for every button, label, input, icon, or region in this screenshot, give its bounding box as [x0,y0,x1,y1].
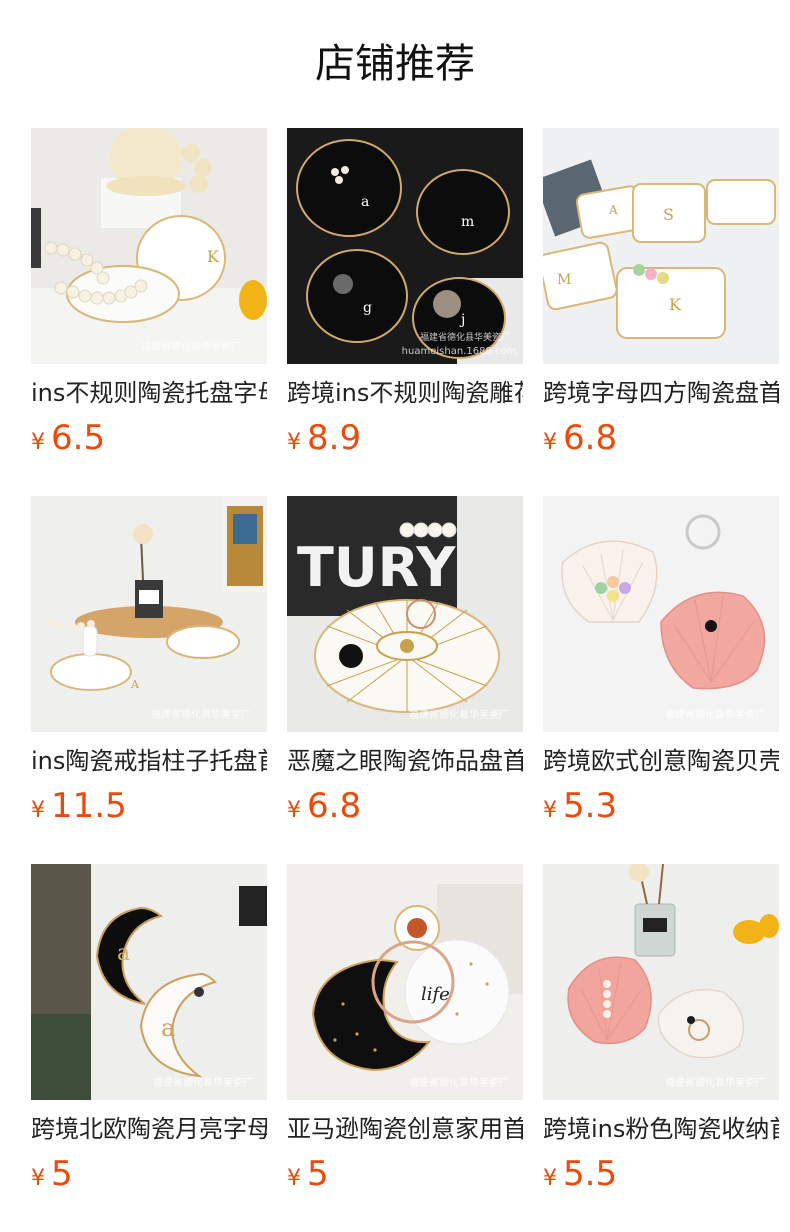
svg-text:m: m [461,214,474,230]
product-name[interactable]: 跨境北欧陶瓷月亮字母首饰盘 [31,1112,267,1146]
svg-text:福建省德化县华美瓷厂: 福建省德化县华美瓷厂 [409,708,509,721]
price-value: 5.3 [563,786,618,826]
currency-symbol: ¥ [31,798,45,823]
currency-symbol: ¥ [287,430,301,455]
svg-text:a: a [161,1014,175,1042]
product-card[interactable]: a m g j 福建省德化县华美瓷厂 huameishan.1688.com 跨… [287,128,523,468]
svg-text:a: a [361,194,369,210]
price-value: 5 [51,1154,73,1194]
price-value: 11.5 [51,786,127,826]
product-name[interactable]: 跨境字母四方陶瓷盘首饰托盘 [543,376,779,410]
product-image[interactable]: K 福建省德化县华美瓷厂 [31,128,267,364]
currency-symbol: ¥ [543,430,557,455]
product-image[interactable]: 福建省德化县华美瓷厂 [543,496,779,732]
product-image[interactable]: A 福建省德化县华美瓷厂 [31,496,267,732]
price-value: 8.9 [307,418,362,458]
product-card[interactable]: life 福建省德化县华美瓷厂 亚马逊陶瓷创意家用首饰收纳盘 ¥5 [287,864,523,1204]
product-image[interactable]: a a 福建省德化县华美瓷厂 [31,864,267,1100]
product-card[interactable]: K 福建省德化县华美瓷厂 ins不规则陶瓷托盘字母首饰盘 ¥6.5 [31,128,267,468]
product-price: ¥5.5 [543,1150,617,1198]
svg-text:huameishan.1688.com: huameishan.1688.com [402,346,517,357]
currency-symbol: ¥ [287,798,301,823]
svg-text:M: M [557,272,571,288]
product-card[interactable]: a a 福建省德化县华美瓷厂 跨境北欧陶瓷月亮字母首饰盘 ¥5 [31,864,267,1204]
currency-symbol: ¥ [31,430,45,455]
svg-text:S: S [663,205,674,224]
product-price: ¥6.8 [287,782,361,830]
price-value: 5.5 [563,1154,618,1194]
product-price: ¥6.8 [543,414,617,462]
product-name[interactable]: 恶魔之眼陶瓷饰品盘首饰托盘 [287,744,523,778]
currency-symbol: ¥ [287,1166,301,1191]
section-title: 店铺推荐 [315,41,475,87]
product-image[interactable]: life 福建省德化县华美瓷厂 [287,864,523,1100]
product-price: ¥6.5 [31,414,105,462]
product-image[interactable]: TURY 福建省德化县华美瓷厂 [287,496,523,732]
svg-text:K: K [669,295,682,314]
product-card[interactable]: 福建省德化县华美瓷厂 跨境欧式创意陶瓷贝壳首饰盘 ¥5.3 [543,496,779,836]
svg-text:福建省德化县华美瓷厂: 福建省德化县华美瓷厂 [151,708,251,721]
price-value: 6.5 [51,418,106,458]
price-value: 6.8 [307,786,362,826]
svg-text:福建省德化县华美瓷厂: 福建省德化县华美瓷厂 [409,1076,509,1089]
svg-text:life: life [421,984,450,1005]
product-price: ¥5 [287,1150,329,1198]
svg-text:a: a [117,941,130,966]
product-name[interactable]: 跨境ins粉色陶瓷收纳首饰盘 [543,1112,779,1146]
price-value: 6.8 [563,418,618,458]
svg-text:TURY: TURY [297,536,456,599]
product-image[interactable]: A S M K [543,128,779,364]
svg-text:K: K [207,247,220,266]
product-price: ¥8.9 [287,414,361,462]
svg-text:福建省德化县华美瓷厂: 福建省德化县华美瓷厂 [665,1076,765,1089]
svg-text:福建省德化县华美瓷厂: 福建省德化县华美瓷厂 [665,708,765,721]
product-name[interactable]: ins不规则陶瓷托盘字母首饰盘 [31,376,267,410]
price-value: 5 [307,1154,329,1194]
currency-symbol: ¥ [31,1166,45,1191]
svg-text:A: A [130,678,140,691]
product-name[interactable]: 亚马逊陶瓷创意家用首饰收纳盘 [287,1112,523,1146]
currency-symbol: ¥ [543,1166,557,1191]
product-price: ¥5 [31,1150,73,1198]
product-price: ¥5.3 [543,782,617,830]
product-price: ¥11.5 [31,782,127,830]
product-name[interactable]: ins陶瓷戒指柱子托盘首饰盘 [31,744,267,778]
svg-text:福建省德化县华美瓷厂: 福建省德化县华美瓷厂 [141,340,241,353]
product-card[interactable]: TURY 福建省德化县华美瓷厂 恶魔之眼陶瓷饰品盘首饰托盘 ¥6.8 [287,496,523,836]
product-name[interactable]: 跨境欧式创意陶瓷贝壳首饰盘 [543,744,779,778]
svg-text:福建省德化县华美瓷厂: 福建省德化县华美瓷厂 [153,1076,253,1089]
svg-text:A: A [608,203,618,217]
product-card[interactable]: 福建省德化县华美瓷厂 跨境ins粉色陶瓷收纳首饰盘 ¥5.5 [543,864,779,1204]
svg-text:福建省德化县华美瓷厂: 福建省德化县华美瓷厂 [420,331,510,343]
product-card[interactable]: A S M K 跨境字母四方陶瓷盘首饰托盘 ¥6.8 [543,128,779,468]
currency-symbol: ¥ [543,798,557,823]
product-image[interactable]: 福建省德化县华美瓷厂 [543,864,779,1100]
svg-text:g: g [363,300,372,316]
product-card[interactable]: A 福建省德化县华美瓷厂 ins陶瓷戒指柱子托盘首饰盘 ¥11.5 [31,496,267,836]
product-image[interactable]: a m g j 福建省德化县华美瓷厂 huameishan.1688.com [287,128,523,364]
product-name[interactable]: 跨境ins不规则陶瓷雕花首饰盘 [287,376,523,410]
